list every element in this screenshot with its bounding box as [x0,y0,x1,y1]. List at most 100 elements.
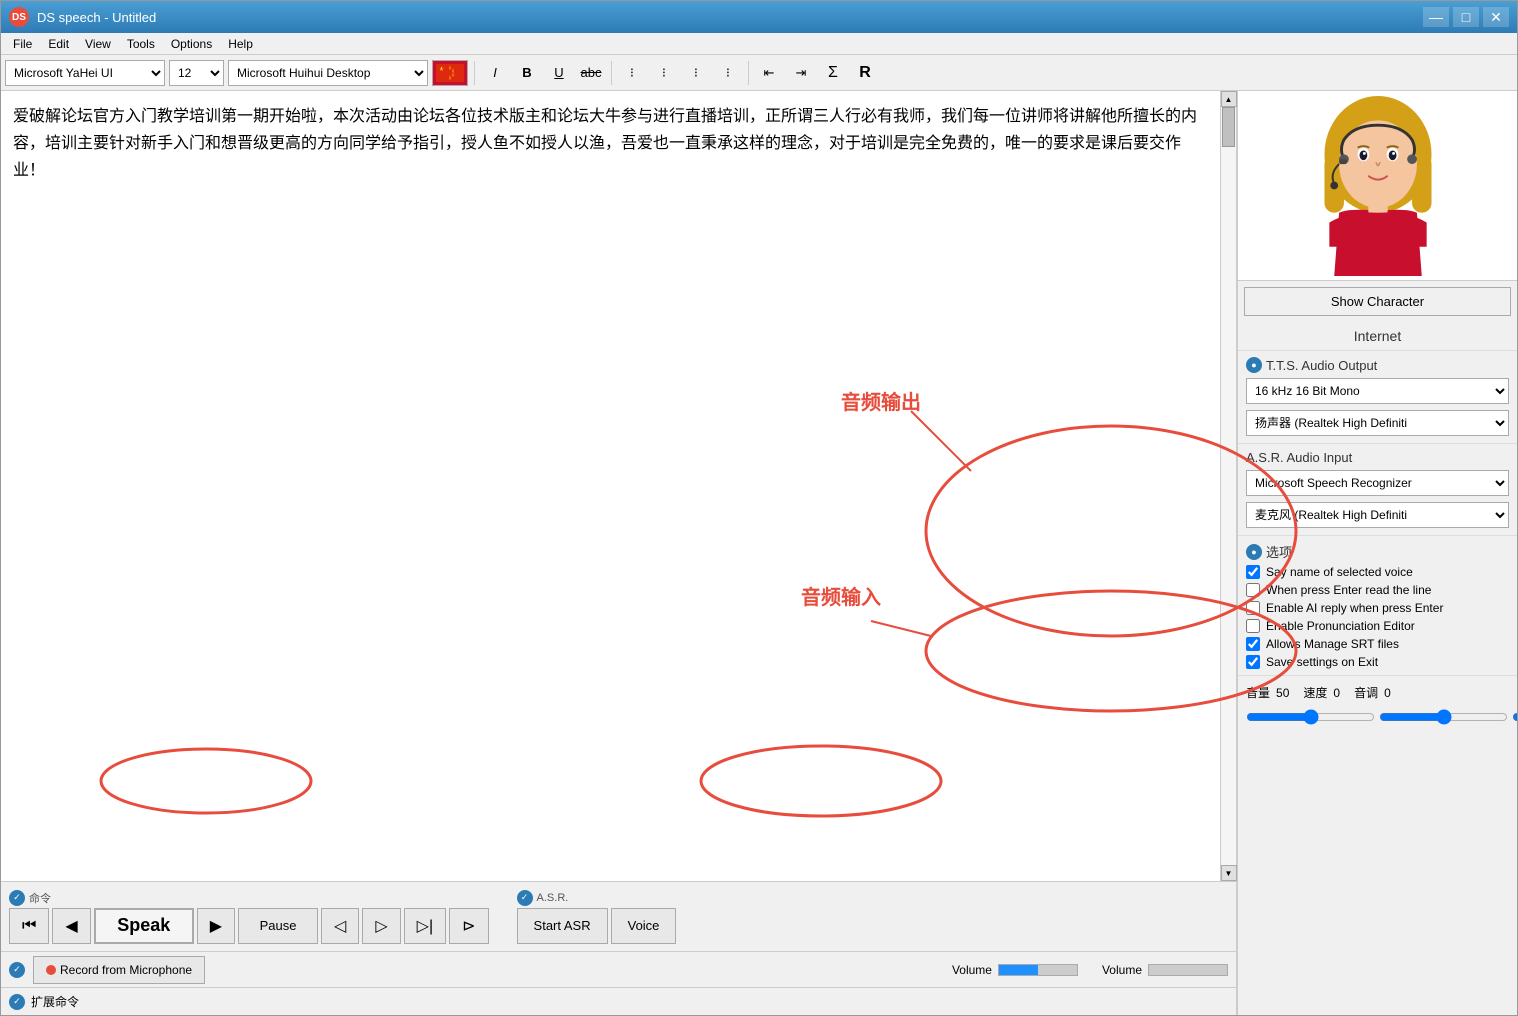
toolbar-italic-btn[interactable]: I [481,60,509,86]
first-btn[interactable]: ⏮ [9,908,49,944]
menu-options[interactable]: Options [163,35,220,53]
voice-button[interactable]: Voice [611,908,677,944]
slider-controls [1246,707,1509,727]
speak-button[interactable]: Speak [94,908,194,944]
language-flag-button[interactable] [432,60,468,86]
nav1-btn[interactable]: ◁ [321,908,359,944]
volume-slider-container2: Volume [1102,963,1228,977]
enter-read-label: When press Enter read the line [1266,583,1431,597]
toolbar-underline-btn[interactable]: U [545,60,573,86]
asr-section: A.S.R. Audio Input Microsoft Speech Reco… [1238,444,1517,536]
pause-button[interactable]: Pause [238,908,318,944]
prev-btn[interactable]: ◀ [52,908,90,944]
toolbar-separator-1 [474,61,475,85]
toolbar-outdent-btn[interactable]: ⇥ [787,60,815,86]
pronunciation-checkbox[interactable] [1246,619,1260,633]
record-from-mic-button[interactable]: Record from Microphone [33,956,205,984]
main-text-area[interactable] [1,91,1220,881]
pitch-label: 音调 [1354,684,1378,701]
extend-command-bar: ✓ 扩展命令 [1,987,1236,1015]
window-title: DS speech - Untitled [37,10,1423,25]
next-btn[interactable]: ▶ [197,908,235,944]
speed-range-input[interactable] [1379,707,1508,727]
options-section: ● 选项 Say name of selected voice When pre… [1238,536,1517,676]
scroll-thumb[interactable] [1222,107,1235,147]
maximize-button[interactable]: □ [1453,7,1479,27]
enter-read-checkbox[interactable] [1246,583,1260,597]
tts-label: ● T.T.S. Audio Output [1246,355,1509,375]
tts-icon: ● [1246,357,1262,373]
speed-value: 0 [1333,686,1340,700]
scroll-track[interactable] [1221,107,1236,865]
ai-reply-row: Enable AI reply when press Enter [1246,599,1509,617]
toolbar-align-center-btn[interactable]: ⁝ [650,60,678,86]
minimize-button[interactable]: — [1423,7,1449,27]
speed-label: 速度 [1303,684,1327,701]
main-window: DS DS speech - Untitled — □ ✕ File Edit … [0,0,1518,1016]
toolbar-justify-btn[interactable]: ⁝ [714,60,742,86]
say-name-label: Say name of selected voice [1266,565,1413,579]
start-asr-button[interactable]: Start ASR [517,908,608,944]
say-name-checkbox[interactable] [1246,565,1260,579]
toolbar-strikethrough-btn[interactable]: abc [577,60,605,86]
pitch-range-input[interactable] [1512,707,1517,727]
voice-select[interactable]: Microsoft Huihui Desktop [228,60,428,86]
volume-bar-visual2 [1148,964,1228,976]
asr-buttons: Start ASR Voice [517,908,677,944]
menu-tools[interactable]: Tools [119,35,163,53]
command-icon: ✓ [9,890,25,906]
scroll-down-arrow[interactable]: ▼ [1221,865,1237,881]
r-button[interactable]: R [851,60,879,86]
mic-device-dropdown[interactable]: 麦克风 (Realtek High Definiti [1246,502,1509,528]
menu-view[interactable]: View [77,35,119,53]
volume-bar-visual [998,964,1078,976]
close-button[interactable]: ✕ [1483,7,1509,27]
menu-edit[interactable]: Edit [40,35,77,53]
text-area-container: ▲ ▼ [1,91,1236,881]
ai-reply-label: Enable AI reply when press Enter [1266,601,1443,615]
speaker-device-dropdown[interactable]: 扬声器 (Realtek High Definiti [1246,410,1509,436]
command-buttons: ⏮ ◀ Speak ▶ Pause ◁ ▷ ▷| ⊳ [9,908,489,944]
toolbar-indent-btn[interactable]: ⇤ [755,60,783,86]
font-family-select[interactable]: Microsoft YaHei UI [5,60,165,86]
menu-file[interactable]: File [5,35,40,53]
speech-recognizer-dropdown[interactable]: Microsoft Speech Recognizer [1246,470,1509,496]
scroll-up-arrow[interactable]: ▲ [1221,91,1237,107]
toolbar-bold-btn[interactable]: B [513,60,541,86]
volume-slider-container: Volume [952,963,1078,977]
record-dot [46,965,56,975]
asr-icon: ✓ [517,890,533,906]
pronunciation-label: Enable Pronunciation Editor [1266,619,1415,633]
enter-read-row: When press Enter read the line [1246,581,1509,599]
nav2-btn[interactable]: ▷ [362,908,400,944]
volume-bar-label: Volume [952,963,992,977]
extend-icon: ✓ [9,994,25,1010]
character-svg [1298,96,1458,276]
nav3-btn[interactable]: ▷| [404,908,446,944]
toolbar-separator-2 [611,61,612,85]
volume-range-input[interactable] [1246,707,1375,727]
internet-section: Internet [1238,322,1517,351]
content-area: 音频输出 音频输入 ▲ [1,91,1517,1015]
sigma-button[interactable]: Σ [819,60,847,86]
menu-bar: File Edit View Tools Options Help [1,33,1517,55]
toolbar-align-left-btn[interactable]: ⁝ [618,60,646,86]
ai-reply-checkbox[interactable] [1246,601,1260,615]
volume-fill [999,965,1038,975]
manage-srt-checkbox[interactable] [1246,637,1260,651]
app-icon: DS [9,7,29,27]
toolbar: Microsoft YaHei UI 12 Microsoft Huihui D… [1,55,1517,91]
toolbar-align-right-btn[interactable]: ⁝ [682,60,710,86]
audio-quality-dropdown[interactable]: 16 kHz 16 Bit Mono [1246,378,1509,404]
options-title: ● 选项 [1246,540,1509,563]
menu-help[interactable]: Help [220,35,261,53]
show-character-button[interactable]: Show Character [1244,287,1511,316]
volume-bar-label2: Volume [1102,963,1142,977]
title-controls: — □ ✕ [1423,7,1509,27]
save-settings-checkbox[interactable] [1246,655,1260,669]
font-size-select[interactable]: 12 [169,60,224,86]
vertical-scrollbar[interactable]: ▲ ▼ [1220,91,1236,881]
asr-section-label: ✓ A.S.R. [517,890,677,906]
nav4-btn[interactable]: ⊳ [449,908,488,944]
save-settings-label: Save settings on Exit [1266,655,1378,669]
